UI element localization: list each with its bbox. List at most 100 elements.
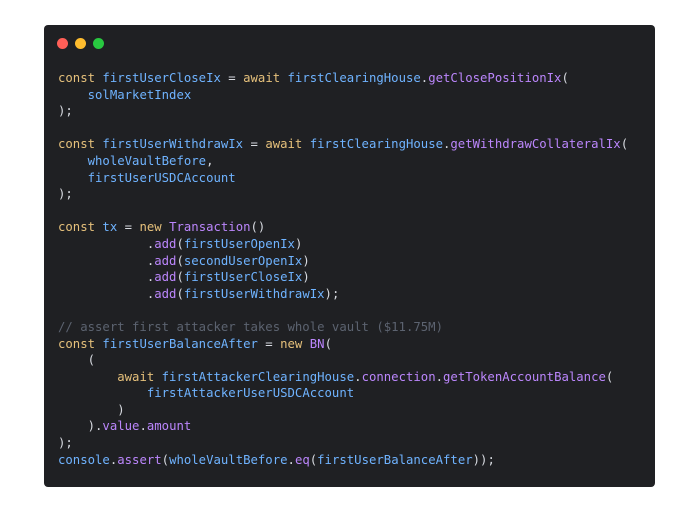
code-token: const bbox=[58, 137, 103, 152]
code-token: ( bbox=[620, 137, 629, 152]
code-token: firstUserWithdrawIx bbox=[183, 286, 325, 301]
code-token: . bbox=[354, 369, 362, 384]
code-window: const firstUserCloseIx = await firstClea… bbox=[44, 25, 655, 487]
code-line: console.assert(wholeVaultBefore.eq(first… bbox=[58, 452, 628, 469]
code-token: . bbox=[139, 419, 147, 434]
code-token: amount bbox=[146, 419, 192, 434]
code-token: ( bbox=[176, 270, 184, 285]
code-token: wholeVaultBefore bbox=[169, 452, 288, 467]
code-token: Transaction bbox=[169, 220, 251, 235]
code-token: . bbox=[435, 369, 444, 384]
code-token: await bbox=[117, 369, 162, 384]
code-token: ); bbox=[324, 286, 340, 301]
code-token: ); bbox=[58, 104, 73, 119]
code-token: BN bbox=[309, 336, 325, 351]
code-token: firstUserWithdrawIx bbox=[102, 137, 244, 152]
code-line: solMarketIndex bbox=[58, 87, 628, 104]
code-token: = bbox=[220, 71, 244, 85]
code-token: ( bbox=[161, 452, 170, 467]
code-token: ( bbox=[58, 353, 96, 368]
window-controls bbox=[57, 38, 104, 49]
code-token: . bbox=[58, 270, 155, 285]
code-token: ( bbox=[324, 336, 332, 351]
code-line: .add(firstUserOpenIx) bbox=[58, 236, 628, 253]
code-token: firstClearingHouse bbox=[309, 137, 443, 152]
code-token: )); bbox=[472, 452, 495, 467]
code-token: ( bbox=[561, 71, 569, 85]
code-line: const firstUserWithdrawIx = await firstC… bbox=[58, 136, 628, 153]
code-token: firstUserBalanceAfter bbox=[102, 336, 258, 351]
code-line: // assert first attacker takes whole vau… bbox=[58, 319, 628, 336]
code-token: const bbox=[58, 336, 103, 351]
code-token: firstAttackerUserUSDCAccount bbox=[146, 386, 355, 401]
minimize-button[interactable] bbox=[75, 38, 86, 49]
code-token: . bbox=[58, 253, 155, 268]
close-button[interactable] bbox=[57, 38, 68, 49]
code-token: connection bbox=[361, 369, 436, 384]
code-token: firstUserCloseIx bbox=[102, 71, 221, 85]
code-line: firstAttackerUserUSDCAccount bbox=[58, 385, 628, 402]
code-token: getTokenAccountBalance bbox=[443, 369, 606, 384]
code-line: .add(secondUserOpenIx) bbox=[58, 253, 628, 270]
code-token: () bbox=[250, 220, 266, 235]
code-token: ( bbox=[176, 286, 184, 301]
code-token: , bbox=[206, 153, 214, 168]
code-token: add bbox=[154, 253, 177, 268]
code-token: add bbox=[154, 270, 177, 285]
code-token: firstUserUSDCAccount bbox=[87, 170, 236, 185]
code-token: ( bbox=[605, 369, 614, 384]
code-token: firstUserOpenIx bbox=[183, 236, 295, 251]
code-token: new bbox=[280, 336, 310, 351]
maximize-button[interactable] bbox=[93, 38, 104, 49]
code-token: firstClearingHouse bbox=[287, 71, 421, 85]
code-line: ).value.amount bbox=[58, 418, 628, 435]
code-token: ). bbox=[58, 419, 103, 434]
code-line: wholeVaultBefore, bbox=[58, 153, 628, 170]
code-token: await bbox=[265, 137, 310, 152]
code-token: . bbox=[58, 236, 155, 251]
code-token: secondUserOpenIx bbox=[183, 253, 303, 268]
code-token: const bbox=[58, 220, 103, 235]
code-line: const tx = new Transaction() bbox=[58, 219, 628, 236]
code-token: const bbox=[58, 71, 103, 85]
code-token: . bbox=[287, 452, 295, 467]
code-token: ) bbox=[302, 253, 310, 268]
code-token: getClosePositionIx bbox=[428, 71, 562, 85]
code-line: ); bbox=[58, 186, 628, 203]
code-token: value bbox=[102, 419, 140, 434]
code-block: const firstUserCloseIx = await firstClea… bbox=[58, 70, 628, 468]
code-token: . bbox=[58, 286, 155, 301]
code-token: await bbox=[243, 71, 288, 85]
code-token: add bbox=[154, 236, 177, 251]
code-line: const firstUserCloseIx = await firstClea… bbox=[58, 70, 628, 87]
code-line: .add(firstUserCloseIx) bbox=[58, 269, 628, 286]
code-token: new bbox=[139, 220, 170, 235]
code-token: getWithdrawCollateralIx bbox=[450, 137, 621, 152]
code-token: = bbox=[117, 220, 140, 235]
code-token: eq bbox=[294, 452, 310, 467]
code-line: ( bbox=[58, 352, 628, 369]
code-token: firstUserBalanceAfter bbox=[317, 452, 473, 467]
code-token: ( bbox=[176, 236, 184, 251]
code-token: ); bbox=[58, 436, 73, 451]
code-token: add bbox=[154, 286, 177, 301]
code-token: firstAttackerClearingHouse bbox=[161, 369, 355, 384]
code-token: ( bbox=[176, 253, 184, 268]
code-token: = bbox=[257, 336, 281, 351]
code-line: await firstAttackerClearingHouse.connect… bbox=[58, 369, 628, 386]
code-line: const firstUserBalanceAfter = new BN( bbox=[58, 336, 628, 353]
code-token: firstUserCloseIx bbox=[183, 270, 303, 285]
code-line: firstUserUSDCAccount bbox=[58, 170, 628, 187]
code-token: ); bbox=[58, 187, 73, 202]
code-token: ) bbox=[294, 236, 303, 251]
code-token: // assert first attacker takes whole vau… bbox=[58, 319, 443, 334]
code-line: ); bbox=[58, 103, 628, 120]
code-token: assert bbox=[117, 452, 162, 467]
